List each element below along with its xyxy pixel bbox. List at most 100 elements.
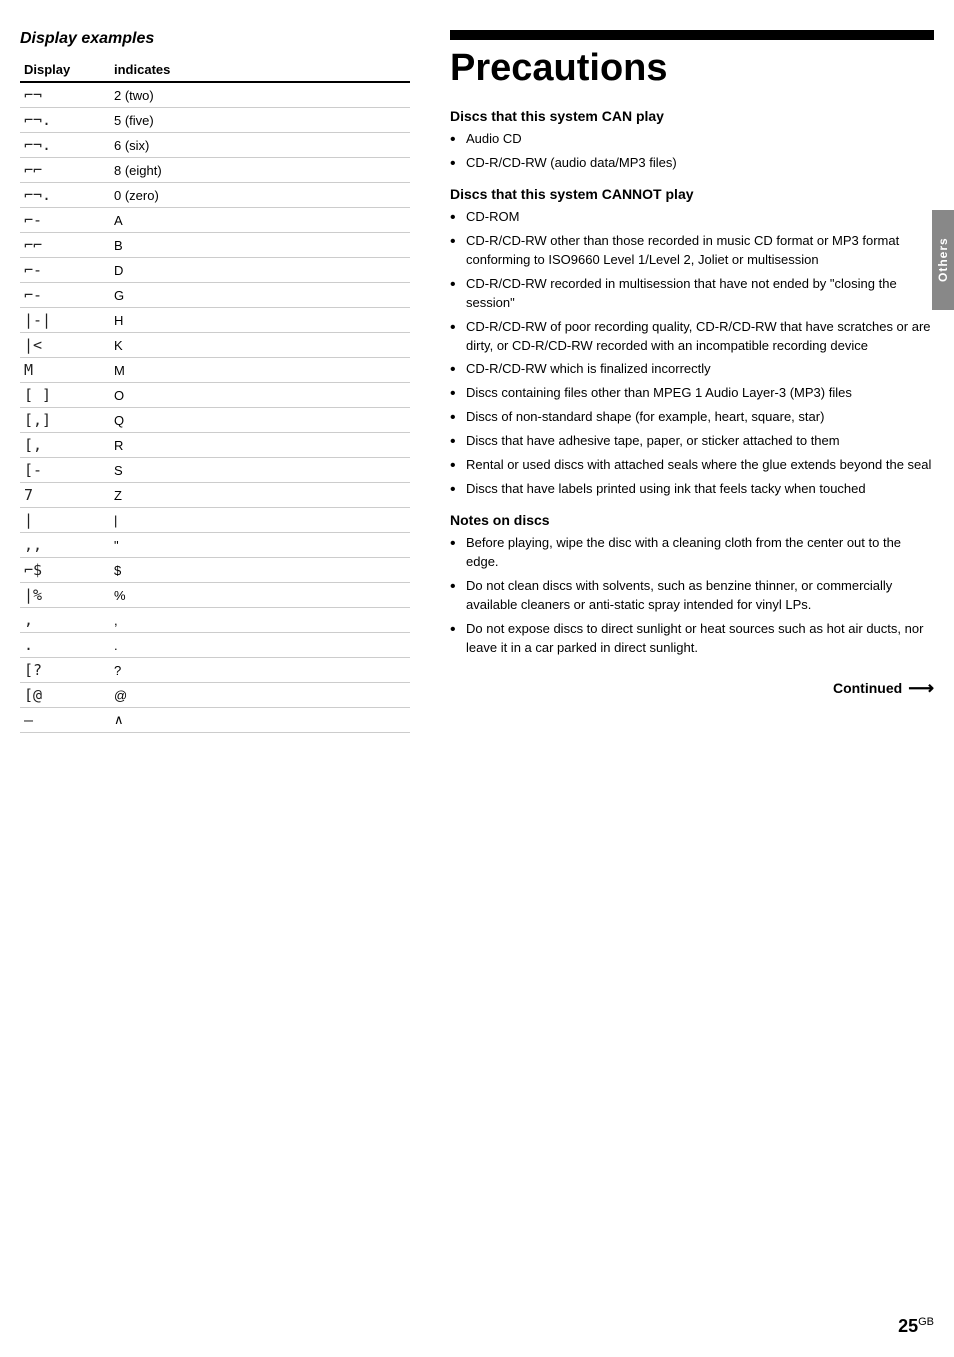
table-row: ⌐¬.0 (zero) xyxy=(20,183,410,208)
list-item: CD-R/CD-RW (audio data/MP3 files) xyxy=(450,154,934,173)
indicates-cell: @ xyxy=(110,683,410,708)
others-tab: Others xyxy=(932,210,954,310)
table-row: ,," xyxy=(20,533,410,558)
indicates-cell: " xyxy=(110,533,410,558)
indicates-cell: S xyxy=(110,458,410,483)
table-row: [,R xyxy=(20,433,410,458)
list-item: Before playing, wipe the disc with a cle… xyxy=(450,534,934,572)
display-examples-title: Display examples xyxy=(20,30,410,48)
page-title: Precautions xyxy=(450,48,934,90)
display-cell: ⌐¬. xyxy=(20,183,110,208)
indicates-cell: 8 (eight) xyxy=(110,158,410,183)
display-cell: ,, xyxy=(20,533,110,558)
indicates-cell: B xyxy=(110,233,410,258)
indicates-cell: K xyxy=(110,333,410,358)
indicates-cell: R xyxy=(110,433,410,458)
display-cell: [? xyxy=(20,658,110,683)
display-cell: ⌐¬. xyxy=(20,108,110,133)
table-row: 7Z xyxy=(20,483,410,508)
col-display-header: Display xyxy=(20,58,110,82)
col-indicates-header: indicates xyxy=(110,58,410,82)
indicates-cell: ? xyxy=(110,658,410,683)
table-row: |%% xyxy=(20,583,410,608)
table-row: —∧ xyxy=(20,708,410,733)
list-item: Do not clean discs with solvents, such a… xyxy=(450,577,934,615)
table-row: .. xyxy=(20,633,410,658)
display-cell: [ ] xyxy=(20,383,110,408)
notes-list: Before playing, wipe the disc with a cle… xyxy=(450,534,934,657)
indicates-cell: H xyxy=(110,308,410,333)
table-row: ⌐¬.5 (five) xyxy=(20,108,410,133)
list-item: CD-R/CD-RW recorded in multisession that… xyxy=(450,275,934,313)
list-item: Discs of non-standard shape (for example… xyxy=(450,408,934,427)
table-row: ⌐$$ xyxy=(20,558,410,583)
indicates-cell: % xyxy=(110,583,410,608)
display-cell: ⌐- xyxy=(20,283,110,308)
indicates-cell: 0 (zero) xyxy=(110,183,410,208)
display-cell: — xyxy=(20,708,110,733)
indicates-cell: , xyxy=(110,608,410,633)
page-number: 25GB xyxy=(898,1316,934,1337)
table-row: MM xyxy=(20,358,410,383)
display-cell: ⌐¬. xyxy=(20,133,110,158)
display-cell: [@ xyxy=(20,683,110,708)
display-cell: [,] xyxy=(20,408,110,433)
display-cell: M xyxy=(20,358,110,383)
display-cell: [, xyxy=(20,433,110,458)
indicates-cell: A xyxy=(110,208,410,233)
list-item: Rental or used discs with attached seals… xyxy=(450,456,934,475)
table-row: [ ]O xyxy=(20,383,410,408)
continued-label: Continued xyxy=(833,680,902,696)
display-cell: | xyxy=(20,508,110,533)
table-row: ⌐-G xyxy=(20,283,410,308)
table-row: ⌐-A xyxy=(20,208,410,233)
table-row: ,, xyxy=(20,608,410,633)
table-row: [-S xyxy=(20,458,410,483)
table-row: ⌐¬.6 (six) xyxy=(20,133,410,158)
display-cell: 7 xyxy=(20,483,110,508)
display-cell: ⌐- xyxy=(20,258,110,283)
indicates-cell: O xyxy=(110,383,410,408)
display-cell: ⌐¬ xyxy=(20,82,110,108)
display-cell: ⌐- xyxy=(20,208,110,233)
list-item: Discs containing files other than MPEG 1… xyxy=(450,384,934,403)
list-item: CD-R/CD-RW which is finalized incorrectl… xyxy=(450,360,934,379)
indicates-cell: | xyxy=(110,508,410,533)
cannot-play-list: CD-ROM CD-R/CD-RW other than those record… xyxy=(450,208,934,498)
list-item: CD-ROM xyxy=(450,208,934,227)
indicates-cell: 2 (two) xyxy=(110,82,410,108)
display-cell: ⌐⌐ xyxy=(20,158,110,183)
display-cell: |< xyxy=(20,333,110,358)
table-row: |-|H xyxy=(20,308,410,333)
top-decorative-bar xyxy=(450,30,934,40)
notes-on-discs-heading: Notes on discs xyxy=(450,512,934,528)
table-row: ⌐⌐B xyxy=(20,233,410,258)
table-row: [?? xyxy=(20,658,410,683)
indicates-cell: ∧ xyxy=(110,708,410,733)
indicates-cell: 6 (six) xyxy=(110,133,410,158)
indicates-cell: 5 (five) xyxy=(110,108,410,133)
display-cell: . xyxy=(20,633,110,658)
display-cell: ⌐$ xyxy=(20,558,110,583)
list-item: Do not expose discs to direct sunlight o… xyxy=(450,620,934,658)
indicates-cell: G xyxy=(110,283,410,308)
continued-line: Continued ⟶ xyxy=(450,678,934,699)
continued-arrow-icon: ⟶ xyxy=(908,678,934,699)
indicates-cell: Q xyxy=(110,408,410,433)
table-row: |<K xyxy=(20,333,410,358)
can-play-list: Audio CD CD-R/CD-RW (audio data/MP3 files… xyxy=(450,130,934,173)
display-cell: |-| xyxy=(20,308,110,333)
display-cell: , xyxy=(20,608,110,633)
table-row: ⌐⌐8 (eight) xyxy=(20,158,410,183)
list-item: CD-R/CD-RW of poor recording quality, CD… xyxy=(450,318,934,356)
indicates-cell: M xyxy=(110,358,410,383)
table-row: ⌐¬2 (two) xyxy=(20,82,410,108)
left-column: Display examples Display indicates ⌐¬2 (… xyxy=(20,30,440,1327)
list-item: Discs that have labels printed using ink… xyxy=(450,480,934,499)
table-row: || xyxy=(20,508,410,533)
indicates-cell: D xyxy=(110,258,410,283)
list-item: Audio CD xyxy=(450,130,934,149)
indicates-cell: $ xyxy=(110,558,410,583)
table-row: ⌐-D xyxy=(20,258,410,283)
list-item: CD-R/CD-RW other than those recorded in … xyxy=(450,232,934,270)
